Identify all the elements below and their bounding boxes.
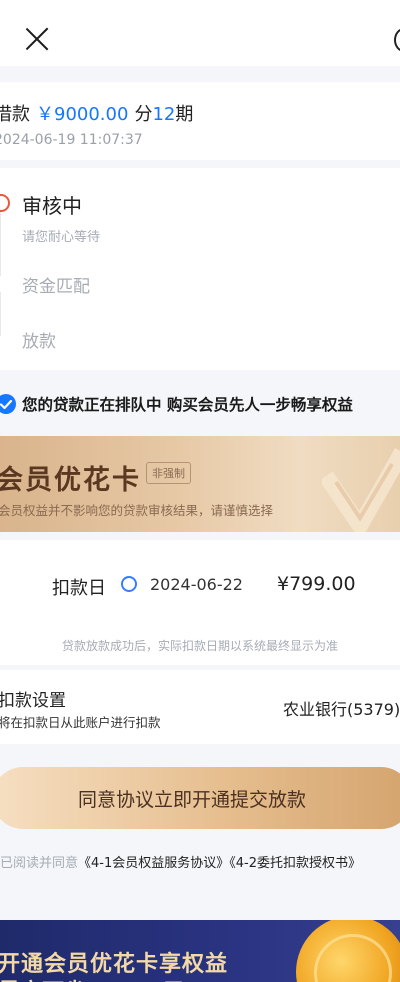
status-title: 审核中 xyxy=(22,194,82,218)
status-subtitle: 请您耐心等待 xyxy=(22,230,101,245)
check-badge-icon xyxy=(0,394,16,414)
member-card-title: 会员优花卡 xyxy=(0,465,141,496)
help-icon[interactable] xyxy=(394,28,400,52)
top-bar xyxy=(0,0,400,66)
loan-summary: 借款 ￥9000.00 分12期 xyxy=(0,100,193,126)
debit-authorization-link[interactable]: 《4-2委托扣款授权书》 xyxy=(229,856,361,871)
member-card-banner[interactable]: 会员优花卡 非强制 会员权益并不影响您的贷款审核结果，请谨慎选择 xyxy=(0,436,400,532)
loan-time: 2024-06-19 11:07:37 xyxy=(0,132,143,148)
loan-term-suffix: 期 xyxy=(175,104,194,125)
member-card-subtitle: 会员权益并不影响您的贷款审核结果，请谨慎选择 xyxy=(0,503,274,518)
non-mandatory-badge: 非强制 xyxy=(146,462,191,484)
member-service-agreement-link[interactable]: 《4-1会员权益服务协议》 xyxy=(78,856,229,871)
gold-coin-icon xyxy=(296,920,400,982)
loan-term-prefix: 分 xyxy=(134,104,153,125)
deduction-date-radio[interactable] xyxy=(121,576,137,592)
agreement-line: 已阅读并同意《4-1会员权益服务协议》《4-2委托扣款授权书》 xyxy=(0,852,361,871)
submit-button[interactable]: 同意协议立即开通提交放款 xyxy=(0,767,400,829)
deduction-amount: ¥799.00 xyxy=(277,573,356,595)
loan-amount: ￥9000.00 xyxy=(36,104,129,125)
deduction-note: 贷款放款成功后，实际扣款日期以系统最终显示为准 xyxy=(61,639,338,653)
progress-line xyxy=(0,292,1,336)
queue-notice: 您的贷款正在排队中 购买会员先人一步畅享权益 xyxy=(0,390,400,420)
step-disbursement: 放款 xyxy=(22,332,56,352)
progress-line xyxy=(0,212,1,276)
loan-term-number: 12 xyxy=(152,104,176,125)
deduct-settings-title: 扣款设置 xyxy=(0,691,66,711)
agreement-prefix: 已阅读并同意 xyxy=(0,856,79,871)
step-fund-matching: 资金匹配 xyxy=(22,277,90,297)
bank-account[interactable]: 农业银行(5379) xyxy=(283,696,400,720)
checkmark-decoration-icon xyxy=(322,448,400,532)
deduction-date: 2024-06-22 xyxy=(150,575,243,594)
deduction-day-label: 扣款日 xyxy=(52,578,106,599)
close-icon[interactable] xyxy=(24,26,50,52)
queue-notice-text: 您的贷款正在排队中 购买会员先人一步畅享权益 xyxy=(22,396,353,414)
loan-prefix: 借款 xyxy=(0,104,30,125)
submit-button-label: 同意协议立即开通提交放款 xyxy=(78,790,307,811)
deduct-settings-subtitle: 将在扣款日从此账户进行扣款 xyxy=(0,715,161,730)
promo-subtitle: 最高可省36833元 xyxy=(0,974,185,982)
promo-banner[interactable]: 开通会员优花卡享权益 最高可省36833元 xyxy=(0,920,400,982)
